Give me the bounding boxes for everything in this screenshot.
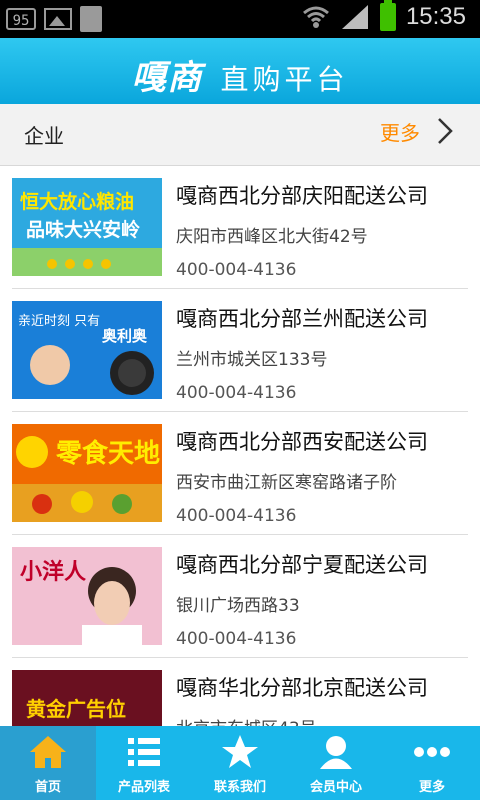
- user-icon: [320, 736, 352, 769]
- battery-icon: [379, 0, 396, 31]
- company-address: 银川广场西路33: [176, 596, 300, 616]
- bottom-nav: 首页 产品列表 联系我们 会员中心 更多: [0, 726, 480, 800]
- company-phone[interactable]: 400-004-4136: [176, 629, 296, 649]
- thumb-text-line1: 黄金广告位: [26, 697, 126, 721]
- app-header: 嘎商 直购平台: [0, 38, 480, 104]
- thumb-text-line2: 品味大兴安岭: [26, 218, 140, 241]
- company-address: 兰州市城关区133号: [176, 350, 328, 370]
- more-link[interactable]: 更多: [380, 116, 454, 146]
- company-name: 嘎商西北分部宁夏配送公司: [176, 553, 428, 577]
- home-icon: [30, 736, 66, 768]
- company-address: 西安市曲江新区寒窑路诸子阶: [176, 473, 397, 493]
- company-thumbnail: 亲近时刻 只有 奥利奥: [12, 301, 162, 399]
- company-name: 嘎商西北分部西安配送公司: [176, 430, 428, 454]
- list-item[interactable]: 黄金广告位 嘎商华北分部北京配送公司 北京市东城区43号 400-004-413…: [12, 658, 468, 726]
- gallery-icon: [44, 8, 72, 30]
- chevron-right-icon: [438, 118, 453, 144]
- company-name: 嘎商西北分部庆阳配送公司: [176, 184, 428, 208]
- list-item[interactable]: 小洋人 嘎商西北分部宁夏配送公司 银川广场西路33 400-004-4136: [12, 535, 468, 658]
- company-name: 嘎商西北分部兰州配送公司: [176, 307, 428, 331]
- star-icon: [222, 735, 258, 768]
- more-label: 更多: [380, 120, 420, 145]
- sd-card-icon: [80, 6, 102, 32]
- company-phone[interactable]: 400-004-4136: [176, 260, 296, 280]
- section-header: 企业 更多: [0, 104, 480, 166]
- company-thumbnail: 零食天地: [12, 424, 162, 522]
- thumb-text-line2: 奥利奥: [102, 327, 148, 345]
- nav-contact[interactable]: 联系我们: [192, 726, 288, 800]
- list-item[interactable]: 零食天地 嘎商西北分部西安配送公司 西安市曲江新区寒窑路诸子阶 400-004-…: [12, 412, 468, 535]
- company-thumbnail: 恒大放心粮油 品味大兴安岭: [12, 178, 162, 276]
- nav-label: 更多: [418, 780, 445, 795]
- company-phone[interactable]: 400-004-4136: [176, 383, 296, 403]
- nav-home[interactable]: 首页: [0, 726, 96, 800]
- section-title: 企业: [24, 124, 64, 148]
- status-bar: 95 15:35: [0, 0, 480, 38]
- list-icon: [128, 738, 160, 766]
- company-thumbnail: 小洋人: [12, 547, 162, 645]
- signal-icon: [341, 5, 368, 29]
- clock: 15:35: [405, 3, 466, 30]
- brand-name: 嘎商: [131, 58, 204, 98]
- nav-more[interactable]: 更多: [384, 726, 480, 800]
- brand-subtitle: 直购平台: [220, 63, 349, 96]
- nav-label: 产品列表: [117, 780, 170, 795]
- brand-logo: 嘎商 直购平台: [131, 50, 348, 99]
- nav-products[interactable]: 产品列表: [96, 726, 192, 800]
- company-thumbnail: 黄金广告位: [12, 670, 162, 726]
- nav-label: 会员中心: [309, 780, 362, 795]
- nav-label: 联系我们: [213, 780, 266, 795]
- list-item[interactable]: 恒大放心粮油 品味大兴安岭 嘎商西北分部庆阳配送公司 庆阳市西峰区北大街42号 …: [12, 166, 468, 289]
- company-address: 庆阳市西峰区北大街42号: [176, 227, 368, 247]
- nav-member[interactable]: 会员中心: [288, 726, 384, 800]
- company-address: 北京市东城区43号: [176, 714, 317, 726]
- wifi-icon: [302, 6, 329, 28]
- thumb-text-line1: 零食天地: [56, 438, 160, 469]
- company-name: 嘎商华北分部北京配送公司: [176, 676, 428, 700]
- notification-count-icon: 95: [6, 8, 36, 30]
- thumb-text-line1: 恒大放心粮油: [20, 190, 134, 213]
- more-dots-icon: [414, 747, 450, 757]
- company-phone[interactable]: 400-004-4136: [176, 506, 296, 526]
- nav-label: 首页: [34, 780, 61, 795]
- thumb-text-line1: 亲近时刻 只有: [18, 314, 100, 329]
- thumb-text-line1: 小洋人: [20, 559, 86, 585]
- list-item[interactable]: 亲近时刻 只有 奥利奥 嘎商西北分部兰州配送公司 兰州市城关区133号 400-…: [12, 289, 468, 412]
- company-list: 恒大放心粮油 品味大兴安岭 嘎商西北分部庆阳配送公司 庆阳市西峰区北大街42号 …: [0, 166, 480, 726]
